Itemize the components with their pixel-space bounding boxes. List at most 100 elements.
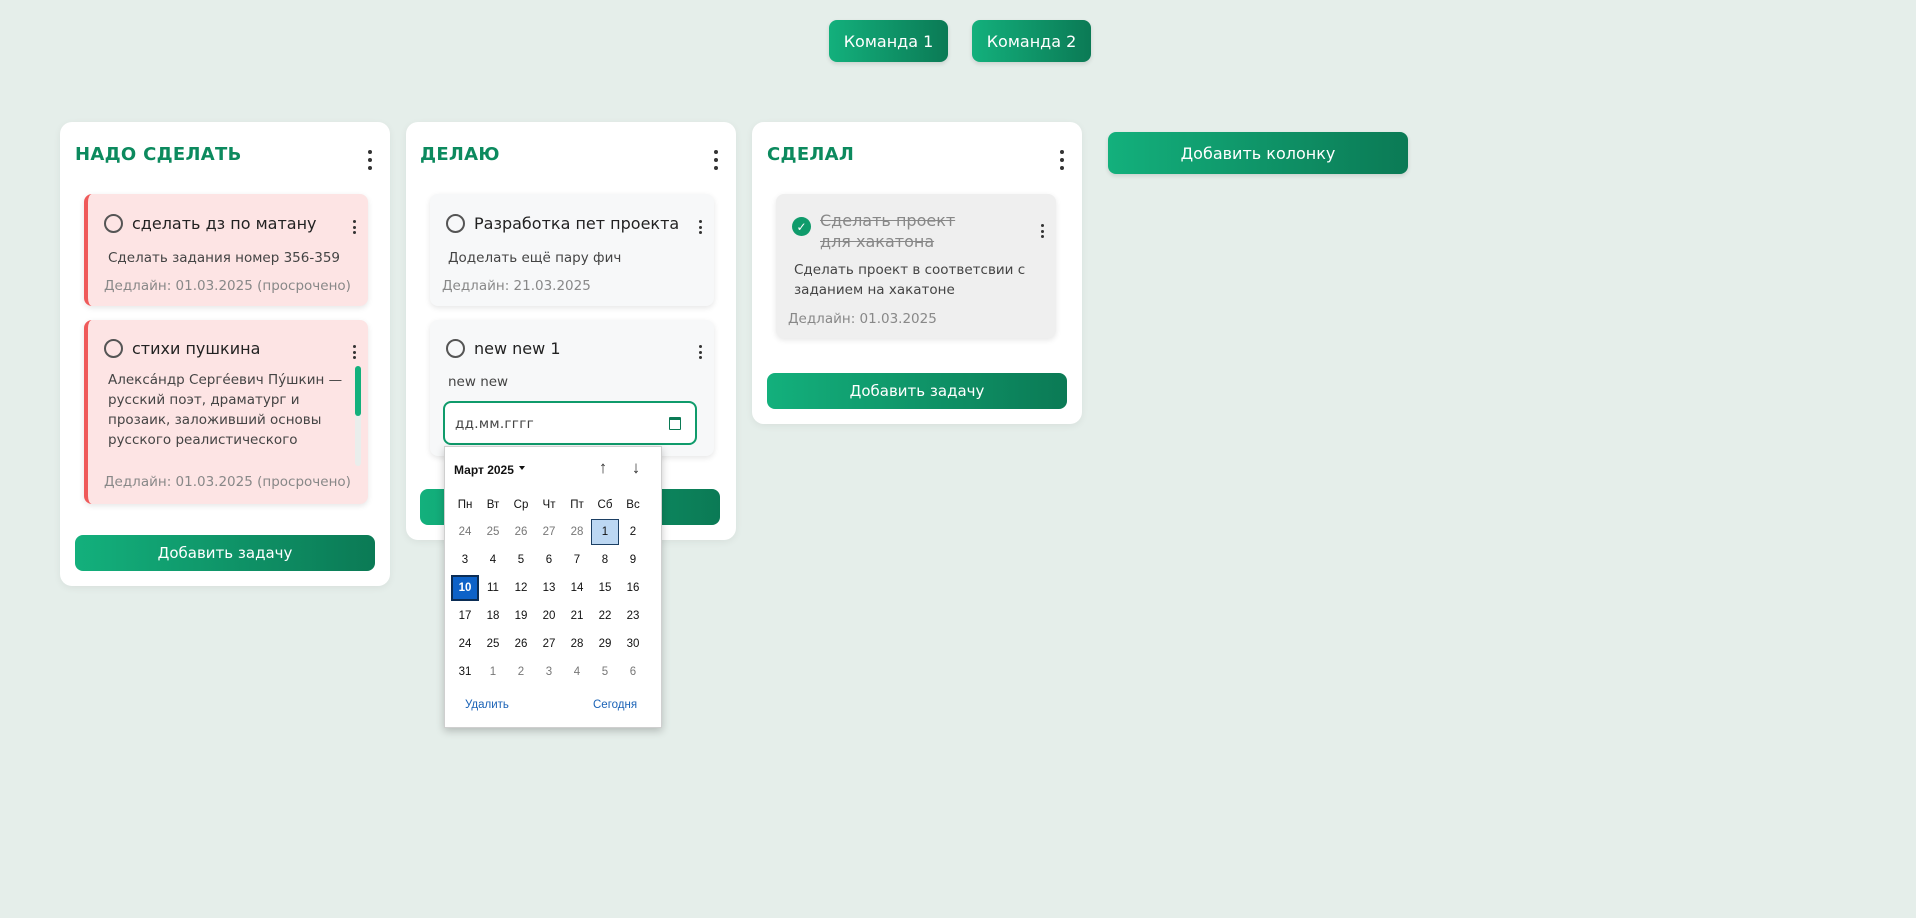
calendar-day[interactable]: 14 xyxy=(563,575,591,601)
month-select[interactable]: Март 2025 xyxy=(454,463,514,477)
calendar-day[interactable]: 16 xyxy=(619,575,647,601)
arrow-up-icon[interactable]: ↑ xyxy=(595,459,611,477)
complete-toggle-icon[interactable] xyxy=(446,339,465,358)
task-menu-icon[interactable] xyxy=(1039,224,1045,238)
complete-toggle-icon[interactable] xyxy=(104,339,123,358)
task-title: Разработка пет проекта xyxy=(474,214,680,233)
task-title: new new 1 xyxy=(474,339,561,358)
task-card[interactable]: Разработка пет проекта Доделать ещё пару… xyxy=(430,194,714,306)
weekday-label: Вт xyxy=(486,499,500,511)
calendar-day[interactable]: 26 xyxy=(507,631,535,657)
calendar-day[interactable]: 28 xyxy=(563,631,591,657)
calendar-day[interactable]: 6 xyxy=(535,547,563,573)
column-title: НАДО СДЕЛАТЬ xyxy=(75,144,242,165)
calendar-day[interactable]: 13 xyxy=(535,575,563,601)
checkmark-icon[interactable]: ✓ xyxy=(792,217,811,236)
task-menu-icon[interactable] xyxy=(697,345,703,359)
today-button[interactable]: Сегодня xyxy=(593,699,637,711)
column-done: СДЕЛАЛ ✓ Сделать проект для хакатона Сде… xyxy=(752,122,1082,424)
calendar-day[interactable]: 3 xyxy=(535,659,563,685)
add-task-button[interactable]: Добавить задачу xyxy=(767,373,1067,409)
calendar-day[interactable]: 12 xyxy=(507,575,535,601)
task-deadline: Дедлайн: 21.03.2025 xyxy=(442,278,591,294)
calendar-day[interactable]: 23 xyxy=(619,603,647,629)
team-1-button[interactable]: Команда 1 xyxy=(829,20,948,62)
task-card[interactable]: ✓ Сделать проект для хакатона Сделать пр… xyxy=(776,194,1056,338)
calendar-day[interactable]: 8 xyxy=(591,547,619,573)
team-2-button[interactable]: Команда 2 xyxy=(972,20,1091,62)
date-placeholder: дд.мм.гггг xyxy=(455,416,534,432)
task-deadline: Дедлайн: 01.03.2025 (просрочено) xyxy=(104,278,351,294)
calendar-day[interactable]: 9 xyxy=(619,547,647,573)
weekday-label: Ср xyxy=(513,499,529,511)
task-title: стихи пушкина xyxy=(132,339,261,358)
task-title: сделать дз по матану xyxy=(132,214,317,233)
add-column-button[interactable]: Добавить колонку xyxy=(1108,132,1408,174)
calendar-day[interactable]: 30 xyxy=(619,631,647,657)
deadline-date-input[interactable]: дд.мм.гггг xyxy=(443,401,697,445)
task-description-scroll[interactable]: Алекса́ндр Серге́евич Пу́шкин — русский … xyxy=(108,370,352,452)
complete-toggle-icon[interactable] xyxy=(446,214,465,233)
calendar-day[interactable]: 26 xyxy=(507,519,535,545)
calendar-day[interactable]: 21 xyxy=(563,603,591,629)
calendar-day[interactable]: 22 xyxy=(591,603,619,629)
calendar-day[interactable]: 31 xyxy=(451,659,479,685)
calendar-day[interactable]: 27 xyxy=(535,631,563,657)
calendar-day[interactable]: 4 xyxy=(479,547,507,573)
description-scrollbar[interactable] xyxy=(355,366,361,466)
calendar-day[interactable]: 25 xyxy=(479,519,507,545)
column-menu-icon[interactable] xyxy=(712,150,720,170)
calendar-day[interactable]: 20 xyxy=(535,603,563,629)
calendar-day[interactable]: 1 xyxy=(479,659,507,685)
weekday-label: Вс xyxy=(626,499,640,511)
column-menu-icon[interactable] xyxy=(366,150,374,170)
task-deadline: Дедлайн: 01.03.2025 xyxy=(788,311,937,327)
calendar-day[interactable]: 27 xyxy=(535,519,563,545)
datepicker-popup: Март 2025 ↑ ↓ Пн Вт Ср Чт Пт Сб Вс 24 25 26 27 28 1… xyxy=(444,446,662,728)
calendar-day[interactable]: 3 xyxy=(451,547,479,573)
calendar-day[interactable]: 24 xyxy=(451,631,479,657)
weekday-label: Сб xyxy=(597,499,613,511)
calendar-day[interactable]: 18 xyxy=(479,603,507,629)
calendar-day[interactable]: 5 xyxy=(507,547,535,573)
task-card[interactable]: стихи пушкина Алекса́ндр Серге́евич Пу́ш… xyxy=(84,320,368,504)
scrollbar-thumb[interactable] xyxy=(355,366,361,416)
calendar-day[interactable]: 2 xyxy=(619,519,647,545)
task-title: Сделать проект для хакатона xyxy=(820,211,956,251)
arrow-down-icon[interactable]: ↓ xyxy=(628,459,644,477)
calendar-icon[interactable] xyxy=(669,417,681,430)
calendar-day[interactable]: 5 xyxy=(591,659,619,685)
calendar-day[interactable]: 1 xyxy=(591,519,619,545)
weekday-label: Пт xyxy=(570,499,584,511)
calendar-day[interactable]: 28 xyxy=(563,519,591,545)
column-title: ДЕЛАЮ xyxy=(420,144,500,165)
task-card[interactable]: сделать дз по матану Сделать задания ном… xyxy=(84,194,368,306)
add-task-button[interactable]: Добавить задачу xyxy=(75,535,375,571)
weekday-label: Чт xyxy=(542,499,556,511)
calendar-day[interactable]: 4 xyxy=(563,659,591,685)
calendar-day[interactable]: 24 xyxy=(451,519,479,545)
calendar-day[interactable]: 10 xyxy=(451,575,479,601)
chevron-down-icon[interactable] xyxy=(519,466,525,470)
task-description: Доделать ещё пару фич xyxy=(448,250,622,266)
calendar-day[interactable]: 11 xyxy=(479,575,507,601)
task-menu-icon[interactable] xyxy=(697,220,703,234)
clear-date-button[interactable]: Удалить xyxy=(465,699,509,711)
calendar-day[interactable]: 25 xyxy=(479,631,507,657)
calendar-day[interactable]: 2 xyxy=(507,659,535,685)
calendar-day[interactable]: 29 xyxy=(591,631,619,657)
calendar-day[interactable]: 7 xyxy=(563,547,591,573)
task-description: Сделать задания номер 356-359 xyxy=(108,250,340,266)
calendar-day[interactable]: 6 xyxy=(619,659,647,685)
task-menu-icon[interactable] xyxy=(351,220,357,234)
weekday-label: Пн xyxy=(457,499,473,511)
calendar-day[interactable]: 17 xyxy=(451,603,479,629)
task-menu-icon[interactable] xyxy=(351,345,357,359)
calendar-day[interactable]: 15 xyxy=(591,575,619,601)
column-todo: НАДО СДЕЛАТЬ сделать дз по матану Сделат… xyxy=(60,122,390,586)
complete-toggle-icon[interactable] xyxy=(104,214,123,233)
task-deadline: Дедлайн: 01.03.2025 (просрочено) xyxy=(104,474,351,490)
calendar-day[interactable]: 19 xyxy=(507,603,535,629)
task-description: Алекса́ндр Серге́евич Пу́шкин — русский … xyxy=(108,372,343,448)
column-menu-icon[interactable] xyxy=(1058,150,1066,170)
